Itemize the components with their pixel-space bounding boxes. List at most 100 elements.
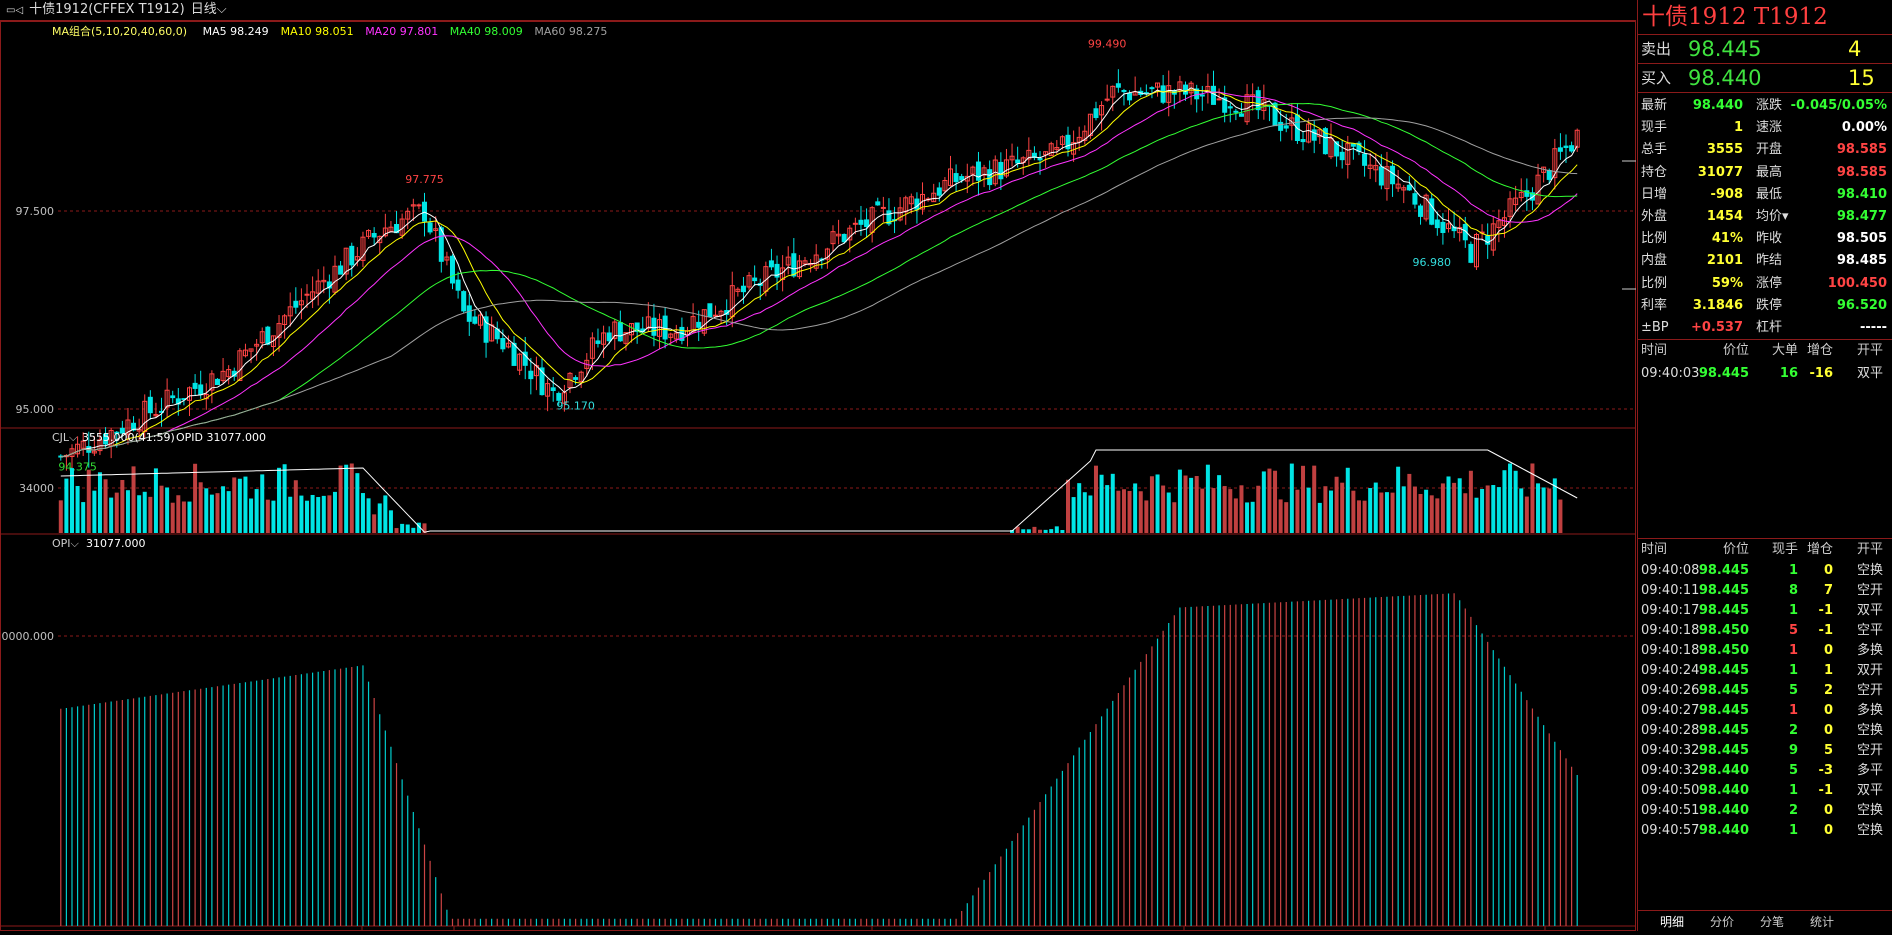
- volume-bar: [1205, 464, 1210, 533]
- volume-bar: [1541, 487, 1546, 533]
- candle-body: [1563, 145, 1569, 148]
- volume-bar: [92, 490, 97, 533]
- tick-type: 双平: [1856, 603, 1883, 618]
- kline-chart-area[interactable]: 97.500 95.000 99.490 97.775 95.170 96.980 94.3…: [0, 21, 1636, 935]
- stat-value: 1: [1733, 120, 1743, 136]
- tick-type: 空换: [1856, 823, 1883, 838]
- tick-row[interactable]: 09:40:51 98.440 2 0 空换: [1638, 801, 1892, 821]
- candle-body: [852, 222, 858, 225]
- price-axis-label: 95.000: [16, 403, 55, 416]
- big-trades-list[interactable]: 09:40:03 98.445 16 -16 双平: [1638, 362, 1892, 386]
- ask-label: 卖出: [1641, 40, 1672, 58]
- tick-price: 98.445: [1698, 583, 1749, 598]
- tick-row[interactable]: 09:40:28 98.445 2 0 空换: [1638, 721, 1892, 741]
- candle-body: [1210, 85, 1216, 105]
- volume-bar: [1088, 495, 1093, 533]
- candle-body: [304, 293, 310, 296]
- volume-bar: [1390, 492, 1395, 533]
- volume-bar: [1161, 485, 1166, 533]
- candle-body: [1160, 85, 1166, 103]
- menu-icon[interactable]: ▭◁: [6, 5, 23, 16]
- ticks-list[interactable]: 09:40:08 98.445 1 0 空换 09:40:11 98.445 8 7 空开 09:4…: [1638, 561, 1892, 841]
- column-header: 开平: [1856, 542, 1883, 557]
- volume-bar: [109, 497, 114, 533]
- candle-body: [349, 245, 355, 266]
- volume-indicator-name: CJL⌵: [52, 431, 78, 444]
- volume-bar: [237, 478, 242, 533]
- tick-row[interactable]: 09:40:18 98.450 1 0 多换: [1638, 641, 1892, 661]
- candle-body: [875, 201, 881, 206]
- tick-volume: 5: [1788, 763, 1798, 778]
- volume-bar: [1021, 529, 1026, 533]
- quote-title: 十债1912 T1912: [1638, 0, 1892, 35]
- candle-body: [449, 255, 455, 284]
- tick-time: 09:40:26: [1641, 683, 1700, 698]
- volume-bar: [1502, 470, 1507, 533]
- candle-body: [998, 161, 1004, 180]
- quote-stat-row: 外盘 1454 均价▾ 98.477: [1638, 206, 1892, 228]
- stat-value: -----: [1860, 319, 1887, 335]
- tick-row[interactable]: 09:40:08 98.445 1 0 空换: [1638, 561, 1892, 581]
- column-header: 大单: [1771, 343, 1798, 359]
- candle-body: [864, 219, 870, 228]
- volume-bar: [1519, 488, 1524, 533]
- period-dropdown[interactable]: 日线⌵: [191, 2, 227, 17]
- stat-label: 昨结: [1756, 253, 1783, 269]
- tick-row[interactable]: 09:40:18 98.450 5 -1 空平: [1638, 621, 1892, 641]
- candle-body: [712, 314, 718, 317]
- quote-panel: 十债1912 T1912 卖出 98.445 4 买入 98.440 15 最新…: [1637, 0, 1892, 931]
- kline-chart-svg[interactable]: 97.500 95.000 99.490 97.775 95.170 96.980 94.3…: [0, 21, 1636, 935]
- volume-bar: [1093, 465, 1098, 533]
- stat-label: 比例: [1641, 231, 1668, 247]
- candle-body: [1362, 153, 1368, 166]
- big-trade-row[interactable]: 09:40:03 98.445 16 -16 双平: [1638, 362, 1892, 386]
- volume-bar: [1245, 502, 1250, 533]
- candle-body: [1121, 90, 1127, 93]
- volume-bar: [181, 501, 186, 533]
- opi-value: 31077.000: [86, 537, 146, 550]
- candle-body: [511, 342, 517, 366]
- ma-legend-item: MA20 97.801: [365, 25, 438, 38]
- trade-type: 双平: [1856, 366, 1883, 382]
- tab-stats[interactable]: 统计: [1810, 913, 1834, 930]
- candle-body: [1440, 221, 1446, 233]
- tick-oi-change: 0: [1823, 563, 1833, 578]
- candle-body: [1149, 87, 1155, 90]
- volume-bar: [1508, 463, 1513, 533]
- tick-row[interactable]: 09:40:57 98.440 1 0 空换: [1638, 821, 1892, 841]
- tab-detail[interactable]: 明细: [1660, 913, 1684, 930]
- tick-row[interactable]: 09:40:11 98.445 8 7 空开: [1638, 581, 1892, 601]
- candle-body: [936, 187, 942, 196]
- tab-price-dist[interactable]: 分价: [1710, 913, 1734, 930]
- volume-bar: [204, 488, 209, 533]
- candle-body: [1350, 143, 1356, 147]
- tab-ticks[interactable]: 分笔: [1760, 913, 1784, 930]
- candle-body: [617, 322, 623, 342]
- volume-bar: [372, 514, 377, 533]
- candle-body: [1429, 198, 1435, 225]
- volume-bar: [305, 500, 310, 533]
- volume-bar: [1239, 485, 1244, 533]
- tick-row[interactable]: 09:40:24 98.445 1 1 双开: [1638, 661, 1892, 681]
- tick-row[interactable]: 09:40:27 98.445 1 0 多换: [1638, 701, 1892, 721]
- tick-row[interactable]: 09:40:26 98.445 5 2 空开: [1638, 681, 1892, 701]
- ask-row[interactable]: 卖出 98.445 4: [1638, 35, 1892, 64]
- tick-row[interactable]: 09:40:50 98.440 1 -1 双平: [1638, 781, 1892, 801]
- tick-row[interactable]: 09:40:32 98.445 9 5 空开: [1638, 741, 1892, 761]
- volume-bar: [131, 466, 136, 533]
- tick-price: 98.450: [1698, 643, 1749, 658]
- volume-bar: [1177, 469, 1182, 533]
- tick-row[interactable]: 09:40:17 98.445 1 -1 双平: [1638, 601, 1892, 621]
- volume-bar: [1407, 473, 1412, 533]
- volume-bar: [1217, 475, 1222, 533]
- volume-bar: [1066, 479, 1071, 533]
- tick-row[interactable]: 09:40:32 98.440 5 -3 多平: [1638, 761, 1892, 781]
- candle-body: [198, 384, 204, 396]
- stat-value: 2101: [1706, 253, 1743, 269]
- quote-stat-row: 日增 -908 最低 98.410: [1638, 184, 1892, 206]
- tick-volume: 5: [1788, 683, 1798, 698]
- bid-row[interactable]: 买入 98.440 15: [1638, 64, 1892, 93]
- stat-label: 跌停: [1756, 297, 1783, 313]
- tick-price: 98.440: [1698, 783, 1749, 798]
- volume-bar: [176, 495, 181, 533]
